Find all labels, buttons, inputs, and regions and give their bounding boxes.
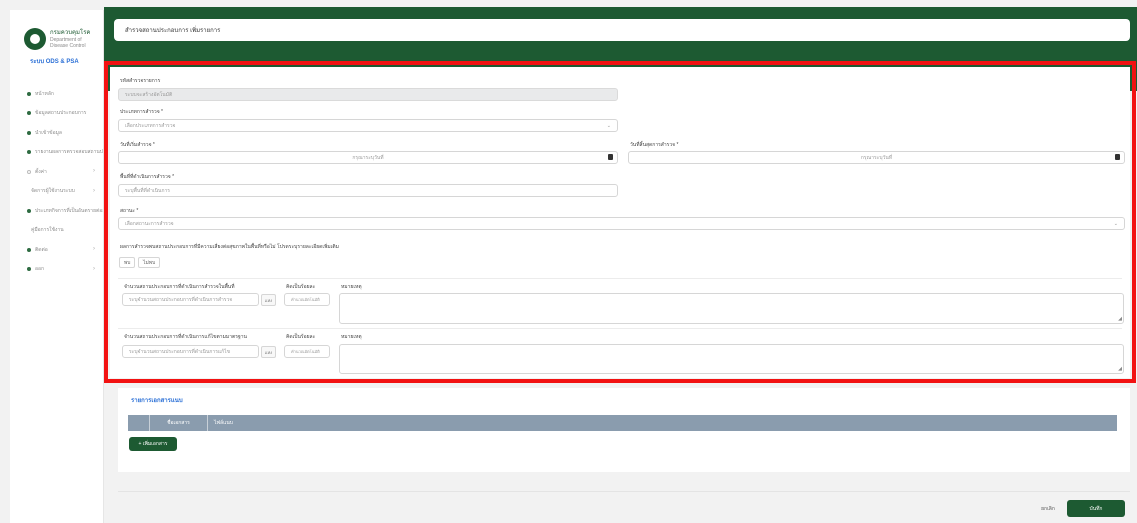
sidebar: กรมควบคุมโรค Department of Disease Contr… [10, 10, 104, 523]
sidebar-item-label: ออก [35, 266, 45, 273]
fixed-count-label: จำนวนสถานประกอบการที่ดำเนินการแก้ไขตามมา… [124, 334, 247, 340]
percent-field-1: คำนวณอัตโนมัติ [284, 293, 330, 306]
survey-code-label: รหัสสำรวจรายการ [120, 78, 161, 84]
remark-label-2: หมายเหตุ [341, 334, 362, 340]
surveyed-count-label: จำนวนสถานประกอบการที่ดำเนินการสำรวจในพื้… [124, 284, 235, 290]
chevron-right-icon: › [93, 168, 95, 174]
percent-label-2: คิดเป็นร้อยละ [286, 334, 316, 340]
chevron-right-icon: › [93, 246, 95, 252]
area-placeholder: ระบุพื้นที่ที่ดำเนินการ [125, 187, 170, 194]
start-date-field[interactable]: กรุณาระบุวันที่ [118, 151, 618, 164]
table-header-file: ไฟล์แนบ [214, 420, 233, 426]
sidebar-item-reports[interactable]: รายงานผลการตรวจสอบสถานประกอบการ [10, 143, 103, 163]
percent-value-1: คำนวณอัตโนมัติ [291, 297, 320, 302]
documents-table-header: ชื่อเอกสาร ไฟล์แนบ [128, 415, 1117, 431]
status-label: สถานะ * [120, 208, 139, 214]
end-date-value: กรุณาระบุวันที่ [860, 154, 893, 161]
system-name: ระบบ ODS & PSA [30, 59, 79, 65]
chevron-down-icon: ⌄ [1113, 221, 1118, 227]
bullet-icon [27, 130, 31, 135]
save-button[interactable]: บันทึก [1067, 500, 1125, 517]
sidebar-item-label: ประเภทกิจการที่เป็นอันตรายต่อสุขภาพ [35, 207, 103, 214]
sidebar-item-home[interactable]: หน้าหลัก [10, 84, 103, 104]
sidebar-item-establishments[interactable]: ข้อมูลสถานประกอบการ [10, 104, 103, 124]
end-date-field[interactable]: กรุณาระบุวันที่ [628, 151, 1125, 164]
divider [118, 491, 1130, 492]
sidebar-item-label: หน้าหลัก [35, 90, 54, 97]
survey-type-value: เลือกประเภทการสำรวจ [125, 122, 176, 129]
sidebar-item-business-types[interactable]: ประเภทกิจการที่เป็นอันตรายต่อสุขภาพ [10, 201, 103, 221]
survey-question: ผลการสำรวจพบสถานประกอบการที่มีความเสี่ยง… [120, 244, 339, 250]
logo-subtext: Department of Disease Control [50, 36, 86, 49]
radio-not-found[interactable]: ไม่พบ [138, 257, 161, 268]
status-select[interactable]: เลือกสถานะการสำรวจ ⌄ [118, 217, 1125, 230]
survey-type-select[interactable]: เลือกประเภทการสำรวจ ⌄ [118, 119, 618, 132]
bullet-icon [27, 267, 31, 272]
page-title: สำรวจสถานประกอบการ เพิ่มรายการ [114, 19, 1130, 41]
calendar-icon[interactable] [1115, 154, 1120, 160]
percent-label-1: คิดเป็นร้อยละ [286, 284, 316, 290]
logo-text: กรมควบคุมโรค [50, 29, 91, 36]
fixed-count-input[interactable]: ระบุจำนวนสถานประกอบการที่ดำเนินการแก้ไข [122, 345, 259, 358]
surveyed-count-unit: แห่ง [261, 294, 276, 306]
logo-emblem-icon [24, 28, 46, 50]
status-value: เลือกสถานะการสำรวจ [125, 220, 174, 227]
chevron-right-icon: › [93, 265, 95, 272]
sidebar-item-label: ติดต่อ [35, 246, 48, 253]
area-label: พื้นที่ที่ดำเนินการสำรวจ * [120, 174, 175, 180]
survey-type-label: ประเภทการสำรวจ * [120, 109, 163, 115]
sidebar-item-label: จัดการผู้ใช้งานระบบ [31, 188, 75, 195]
divider [118, 278, 1122, 279]
sidebar-item-manual[interactable]: คู่มือการใช้งาน [10, 221, 103, 241]
calendar-icon[interactable] [608, 154, 613, 160]
sidebar-nav: หน้าหลัก ข้อมูลสถานประกอบการ นำเข้าข้อมู… [10, 84, 103, 279]
table-header-name: ชื่อเอกสาร [150, 415, 208, 431]
sidebar-item-settings[interactable]: ตั้งค่า › [10, 162, 103, 182]
cancel-button[interactable]: ยกเลิก [1034, 500, 1062, 517]
sidebar-item-label: นำเข้าข้อมูล [35, 129, 62, 136]
remark-label-1: หมายเหตุ [341, 284, 362, 290]
radio-found[interactable]: พบ [119, 257, 136, 268]
start-date-label: วันที่เริ่มสำรวจ * [120, 142, 155, 148]
surveyed-count-input[interactable]: ระบุจำนวนสถานประกอบการที่ดำเนินการสำรวจ [122, 293, 259, 306]
bullet-icon [27, 150, 31, 155]
resize-grip-icon[interactable]: ◢ [1118, 317, 1122, 322]
logo[interactable]: กรมควบคุมโรค Department of Disease Contr… [10, 10, 103, 52]
add-document-button[interactable]: + เพิ่มเอกสาร [129, 437, 177, 451]
sidebar-item-import[interactable]: นำเข้าข้อมูล [10, 123, 103, 143]
remark-textarea-1[interactable]: ◢ [339, 293, 1124, 324]
end-date-label: วันที่สิ้นสุดการสำรวจ * [630, 142, 679, 148]
bullet-icon [27, 169, 31, 174]
bullet-icon [27, 91, 31, 96]
surveyed-count-value: ระบุจำนวนสถานประกอบการที่ดำเนินการสำรวจ [129, 296, 233, 303]
start-date-value: กรุณาระบุวันที่ [352, 154, 384, 161]
table-header-index [128, 415, 150, 431]
sidebar-item-logout[interactable]: ออก › [10, 260, 103, 280]
radio-found-label: พบ [124, 259, 131, 266]
bullet-icon [27, 247, 31, 252]
survey-code-field: ระบบจะสร้างอัตโนมัติ [118, 88, 618, 101]
sidebar-item-label: ข้อมูลสถานประกอบการ [35, 110, 87, 117]
percent-field-2: คำนวณอัตโนมัติ [284, 345, 330, 358]
sidebar-item-label: ตั้งค่า [35, 168, 47, 175]
fixed-count-unit: แห่ง [261, 346, 276, 358]
survey-code-value: ระบบจะสร้างอัตโนมัติ [125, 91, 173, 98]
bullet-icon [27, 208, 31, 213]
sidebar-item-contact[interactable]: ติดต่อ › [10, 240, 103, 260]
area-input[interactable]: ระบุพื้นที่ที่ดำเนินการ [118, 184, 618, 197]
documents-title: รายการเอกสารแนบ [131, 398, 183, 404]
percent-value-2: คำนวณอัตโนมัติ [291, 349, 320, 354]
radio-not-found-label: ไม่พบ [143, 259, 156, 266]
sidebar-item-label: คู่มือการใช้งาน [31, 227, 64, 234]
fixed-count-value: ระบุจำนวนสถานประกอบการที่ดำเนินการแก้ไข [129, 348, 231, 355]
sidebar-item-label: รายงานผลการตรวจสอบสถานประกอบการ [35, 149, 103, 156]
resize-grip-icon[interactable]: ◢ [1118, 367, 1122, 372]
chevron-down-icon: ⌄ [606, 123, 611, 129]
divider [118, 328, 1122, 329]
sidebar-item-users[interactable]: จัดการผู้ใช้งานระบบ › [10, 182, 103, 202]
remark-textarea-2[interactable]: ◢ [339, 344, 1124, 374]
bullet-icon [27, 111, 31, 116]
chevron-right-icon: › [93, 187, 95, 194]
